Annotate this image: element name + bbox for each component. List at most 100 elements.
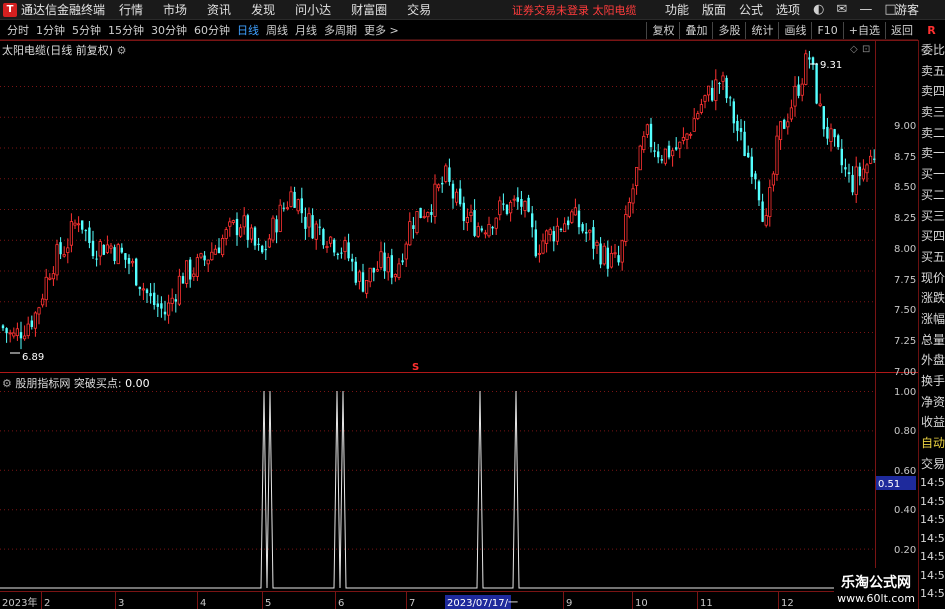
menu-wealth[interactable]: 财富圈: [351, 1, 387, 18]
period-monthly[interactable]: 月线: [295, 22, 317, 38]
message-icon[interactable]: ✉: [836, 2, 847, 17]
period-more[interactable]: 更多 >: [364, 22, 399, 38]
candle-body: [351, 258, 354, 262]
candle-body: [189, 259, 192, 280]
candle-body: [714, 79, 718, 101]
candle-body: [462, 202, 465, 222]
side-item[interactable]: 外盘: [919, 350, 945, 371]
tool-adjust[interactable]: 复权: [646, 22, 679, 39]
r-badge[interactable]: R: [918, 21, 945, 40]
candle-body: [95, 258, 98, 260]
side-item[interactable]: 涨幅: [919, 309, 945, 330]
indicator-label[interactable]: ⚙ 股朋指标网 突破买点: 0.00: [2, 375, 150, 391]
candle-body: [660, 159, 663, 161]
candle-body: [357, 271, 362, 282]
candle-body: [635, 167, 639, 187]
side-item[interactable]: 涨跌: [919, 288, 945, 309]
minimize-icon[interactable]: —: [859, 2, 872, 17]
tick-time: 14:56: [920, 531, 945, 545]
candle-body: [609, 252, 614, 268]
main-chart-label[interactable]: 太阳电缆(日线 前复权) ⚙: [2, 42, 126, 58]
period-5min[interactable]: 5分钟: [72, 22, 101, 38]
side-item[interactable]: 卖二: [919, 123, 945, 144]
menu-quotes[interactable]: 行情: [119, 1, 143, 18]
side-item[interactable]: 现价: [919, 268, 945, 289]
period-daily[interactable]: 日线: [237, 22, 259, 38]
trade-label[interactable]: 交易: [919, 454, 945, 475]
side-item[interactable]: 卖一: [919, 143, 945, 164]
period-30min[interactable]: 30分钟: [151, 22, 187, 38]
candle-body: [264, 249, 267, 251]
candle-body: [275, 219, 278, 233]
menu-layout[interactable]: 版面: [702, 1, 726, 18]
skin-icon[interactable]: ◐: [813, 2, 824, 17]
period-multi[interactable]: 多周期: [324, 22, 357, 38]
menu-trade[interactable]: 交易: [407, 1, 431, 18]
side-item[interactable]: 委比: [919, 40, 945, 61]
side-item[interactable]: 买五: [919, 247, 945, 268]
side-item[interactable]: 卖三: [919, 102, 945, 123]
candle-body: [174, 299, 177, 302]
tool-multi-stock[interactable]: 多股: [712, 22, 745, 39]
side-item[interactable]: 总量: [919, 330, 945, 351]
candle-body: [531, 213, 534, 228]
side-item[interactable]: 买二: [919, 185, 945, 206]
period-15min[interactable]: 15分钟: [108, 22, 144, 38]
login-notice[interactable]: 证券交易未登录 太阳电缆: [512, 2, 637, 18]
quote-side-panel: 委比 卖五 卖四 卖三 卖二 卖一 买一 买二 买三 买四 买五 现价 涨跌 涨…: [918, 40, 945, 609]
tool-f10[interactable]: F10: [811, 22, 842, 39]
candle-body: [364, 280, 369, 294]
side-item[interactable]: 买四: [919, 226, 945, 247]
period-weekly[interactable]: 周线: [266, 22, 288, 38]
menu-news[interactable]: 资讯: [207, 1, 231, 18]
tool-draw[interactable]: 画线: [778, 22, 811, 39]
period-intraday[interactable]: 分时: [7, 22, 29, 38]
candle-body: [570, 211, 574, 223]
menu-ask[interactable]: 问小达: [295, 1, 331, 18]
indicator-settings-icon[interactable]: ⚙: [2, 377, 12, 390]
sell-marker: S: [412, 362, 419, 373]
side-item[interactable]: 买三: [919, 206, 945, 227]
price-tick: 7.50: [894, 305, 916, 316]
side-item[interactable]: 收益: [919, 412, 945, 433]
candle-body: [822, 106, 825, 130]
side-item[interactable]: 卖四: [919, 81, 945, 102]
candle-body: [592, 227, 595, 249]
menu-formula[interactable]: 公式: [739, 1, 763, 18]
tool-stats[interactable]: 统计: [745, 22, 778, 39]
menu-options[interactable]: 选项: [776, 1, 800, 18]
candle-body: [127, 258, 131, 264]
tool-back[interactable]: 返回: [885, 22, 918, 39]
candle-body: [775, 135, 779, 175]
candle-body: [599, 243, 602, 265]
diamond-icon[interactable]: ◇: [850, 44, 858, 55]
guest-label[interactable]: 游客: [895, 1, 919, 18]
side-item[interactable]: 换手: [919, 371, 945, 392]
kline-chart[interactable]: 9.00 8.75 8.50 8.25 8.00 7.75 7.50 7.25 …: [0, 40, 918, 609]
period-1min[interactable]: 1分钟: [36, 22, 65, 38]
candle-body: [480, 228, 483, 231]
candle-body: [91, 240, 95, 257]
tool-overlay[interactable]: 叠加: [679, 22, 712, 39]
menu-discover[interactable]: 发现: [251, 1, 275, 18]
menu-market[interactable]: 市场: [163, 1, 187, 18]
candle-body: [681, 137, 686, 141]
price-tick: 9.00: [894, 121, 916, 132]
indicator-tick: 0.80: [894, 426, 916, 437]
candle-body: [588, 229, 592, 233]
menu-function[interactable]: 功能: [665, 1, 689, 18]
expand-icon[interactable]: ⊡: [862, 44, 870, 55]
settings-icon[interactable]: ⚙: [117, 44, 127, 57]
candle-body: [55, 244, 59, 276]
candle-body: [210, 251, 214, 261]
price-tick: 8.00: [894, 244, 916, 255]
tool-add-watchlist[interactable]: +自选: [842, 22, 885, 39]
side-item[interactable]: 卖五: [919, 61, 945, 82]
side-item[interactable]: 净资: [919, 392, 945, 413]
candle-body: [22, 335, 27, 340]
period-60min[interactable]: 60分钟: [194, 22, 230, 38]
side-item[interactable]: 买一: [919, 164, 945, 185]
candle-body: [102, 244, 105, 255]
candle-body: [548, 229, 552, 235]
auto-trade-label[interactable]: 自动: [919, 433, 945, 454]
